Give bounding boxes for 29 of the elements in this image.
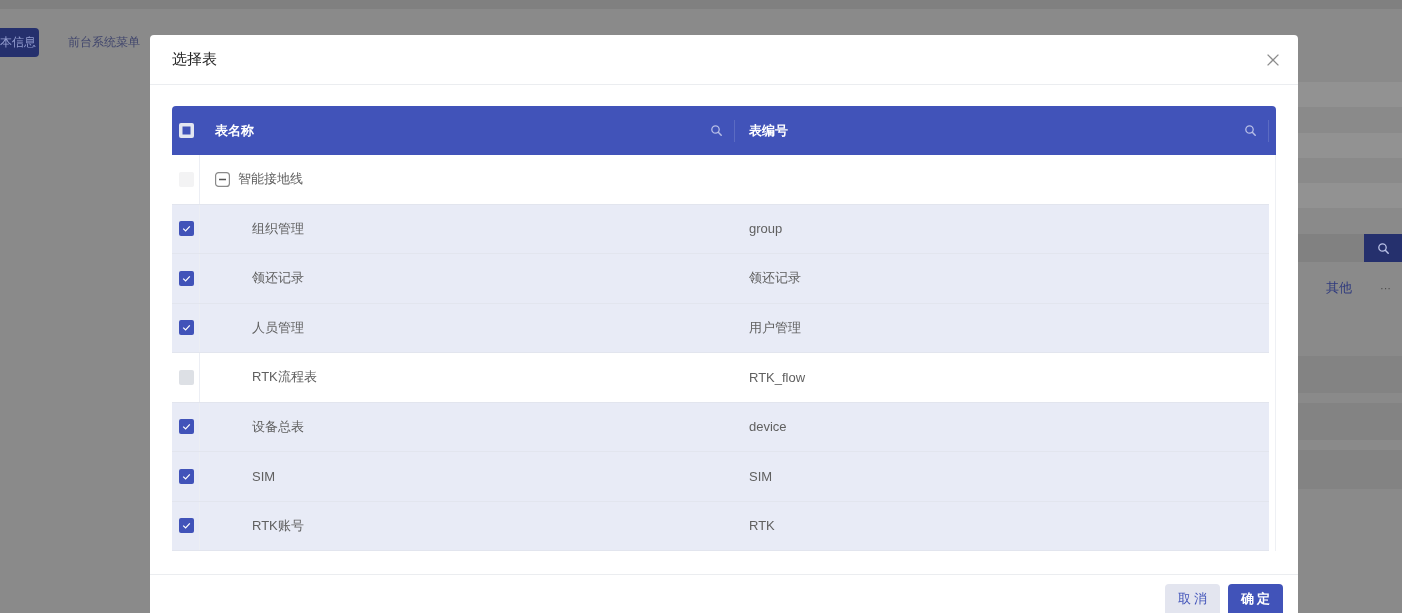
table-name: 组织管理 <box>252 219 304 238</box>
dialog-title: 选择表 <box>172 50 217 69</box>
cancel-button[interactable]: 取 消 <box>1165 584 1220 613</box>
table-code: SIM <box>749 468 773 484</box>
search-button[interactable] <box>1364 234 1402 262</box>
table-name: RTK账号 <box>252 516 304 535</box>
table-name: RTK流程表 <box>252 368 317 387</box>
search-field[interactable] <box>1298 234 1364 262</box>
column-title: 表名称 <box>215 121 254 140</box>
table-code: 用户管理 <box>749 319 801 335</box>
search-icon[interactable] <box>711 125 722 136</box>
checkbox[interactable] <box>179 123 194 138</box>
table-code: RTK <box>749 518 775 534</box>
table-code: group <box>749 221 783 237</box>
column-title: 表编号 <box>749 121 788 140</box>
confirm-button[interactable]: 确 定 <box>1228 584 1283 613</box>
tab[interactable]: 本信息 <box>0 28 39 57</box>
close-icon[interactable] <box>1267 53 1279 66</box>
table-code: 领还记录 <box>749 270 801 286</box>
table-name: SIM <box>252 468 276 484</box>
group-name: 智能接地线 <box>238 170 303 189</box>
table-name: 人员管理 <box>252 318 304 337</box>
search-icon <box>1377 242 1389 254</box>
menu-link[interactable]: 其他 <box>1326 279 1352 297</box>
table-name: 设备总表 <box>252 417 304 436</box>
search-icon[interactable] <box>1245 125 1256 136</box>
table-code: device <box>749 419 787 435</box>
table-name: 领还记录 <box>252 269 304 288</box>
table-code: RTK_flow <box>749 369 806 385</box>
